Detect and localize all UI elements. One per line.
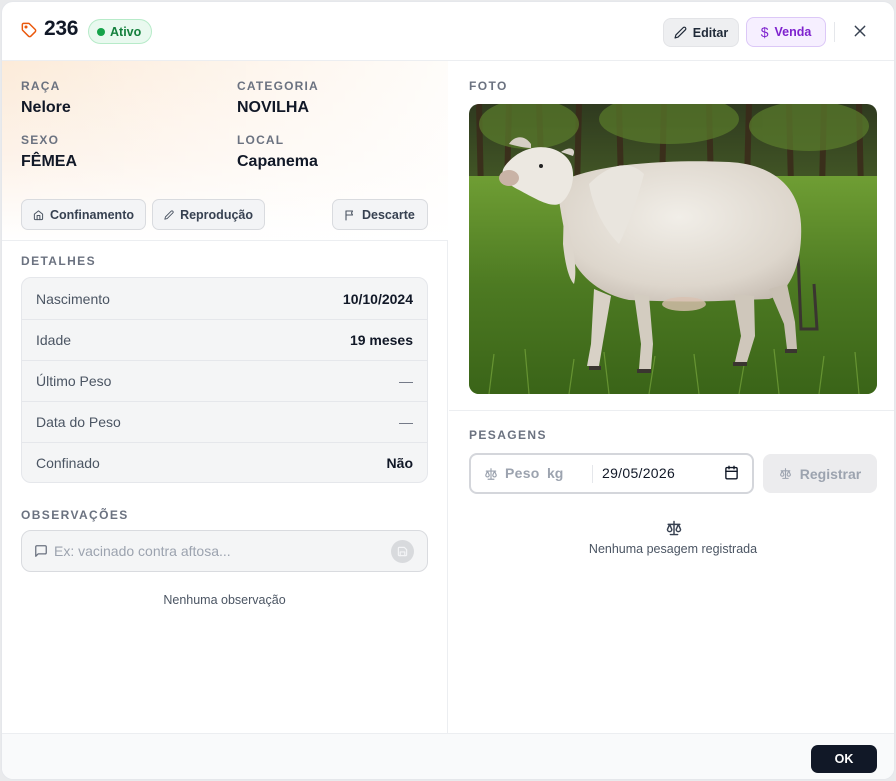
register-weighing-button[interactable]: Registrar (763, 454, 877, 493)
save-icon (397, 546, 408, 557)
close-icon[interactable] (852, 23, 868, 39)
observations-title: OBSERVAÇÕES (21, 508, 129, 522)
edit-button[interactable]: Editar (663, 18, 739, 47)
animal-detail-modal: 236 Ativo Editar $ Venda RAÇA Nelore CAT… (1, 1, 895, 780)
details-row-label: Idade (36, 332, 72, 348)
dollar-icon: $ (760, 24, 769, 40)
weighing-input-group: Peso kg 29/05/2026 (469, 453, 754, 494)
ok-button[interactable]: OK (811, 745, 877, 773)
weight-input[interactable]: Peso (505, 465, 540, 481)
sex-value: FÊMEA (21, 153, 77, 170)
discard-label: Descarte (362, 207, 415, 222)
animal-photo (469, 104, 877, 394)
details-row-value: — (399, 373, 413, 389)
weighings-empty-text: Nenhuma pesagem registrada (588, 542, 758, 556)
reproduction-button[interactable]: Reprodução (152, 199, 265, 230)
location-label: LOCAL (237, 133, 285, 147)
status-dot (97, 27, 105, 36)
reproduction-label: Reprodução (180, 207, 253, 222)
modal-footer: OK (2, 733, 894, 779)
register-button-label: Registrar (799, 465, 862, 482)
details-row-label: Último Peso (36, 373, 112, 389)
sale-button-label: Venda (774, 25, 812, 39)
scale-icon (779, 468, 791, 479)
confinement-button[interactable]: Confinamento (21, 199, 146, 230)
observation-input[interactable] (54, 540, 384, 562)
edit-button-label: Editar (692, 25, 729, 40)
breed-value: Nelore (21, 99, 71, 116)
cow-photo-illustration (469, 104, 877, 394)
right-panel: FOTO PESAGENS Peso kg 29/05/2026 Registr… (449, 61, 894, 733)
details-row: Nascimento 10/10/2024 (22, 278, 427, 319)
scale-icon (666, 520, 682, 536)
details-row: Data do Peso — (22, 401, 427, 442)
modal-header: 236 Ativo Editar $ Venda (2, 2, 894, 61)
sale-button[interactable]: $ Venda (746, 17, 826, 47)
breed-label: RAÇA (21, 79, 61, 93)
flag-icon (345, 209, 354, 221)
photo-title: FOTO (469, 79, 508, 93)
category-label: CATEGORIA (237, 79, 319, 93)
details-row-label: Confinado (36, 455, 100, 471)
left-panel: RAÇA Nelore CATEGORIA NOVILHA SEXO FÊMEA… (2, 61, 448, 733)
status-badge: Ativo (88, 19, 153, 44)
message-icon (35, 545, 47, 557)
details-row: Último Peso — (22, 360, 427, 401)
discard-button[interactable]: Descarte (332, 199, 428, 230)
home-icon (33, 209, 44, 220)
details-row: Confinado Não (22, 442, 427, 482)
status-label: Ativo (110, 24, 142, 39)
observations-empty-text: Nenhuma observação (163, 593, 286, 607)
details-row: Idade 19 meses (22, 319, 427, 360)
sex-label: SEXO (21, 133, 60, 147)
details-row-value: 19 meses (349, 332, 413, 348)
confinement-label: Confinamento (49, 207, 134, 222)
pencil-icon (674, 26, 687, 39)
tag-icon (21, 22, 37, 38)
input-separator (592, 465, 593, 483)
details-title: DETALHES (21, 254, 96, 268)
section-divider (2, 240, 448, 241)
location-value: Capanema (237, 153, 318, 170)
details-card: Nascimento 10/10/2024 Idade 19 meses Últ… (21, 277, 428, 483)
section-divider (449, 410, 894, 411)
save-observation-button[interactable] (391, 540, 414, 563)
observation-field (21, 530, 428, 572)
weighings-title: PESAGENS (469, 428, 547, 442)
details-row-label: Data do Peso (36, 414, 121, 430)
details-row-value: — (399, 414, 413, 430)
details-row-value: 10/10/2024 (342, 290, 413, 307)
details-row-label: Nascimento (36, 290, 110, 307)
category-value: NOVILHA (237, 99, 309, 116)
header-separator (834, 22, 835, 42)
details-row-value: Não (386, 455, 413, 471)
animal-id-title: 236 (44, 17, 79, 40)
pencil-icon (164, 209, 174, 220)
weighing-date-input[interactable]: 29/05/2026 (602, 465, 675, 481)
scale-icon (485, 468, 497, 480)
calendar-icon[interactable] (724, 465, 739, 480)
weight-unit: kg (547, 465, 564, 481)
